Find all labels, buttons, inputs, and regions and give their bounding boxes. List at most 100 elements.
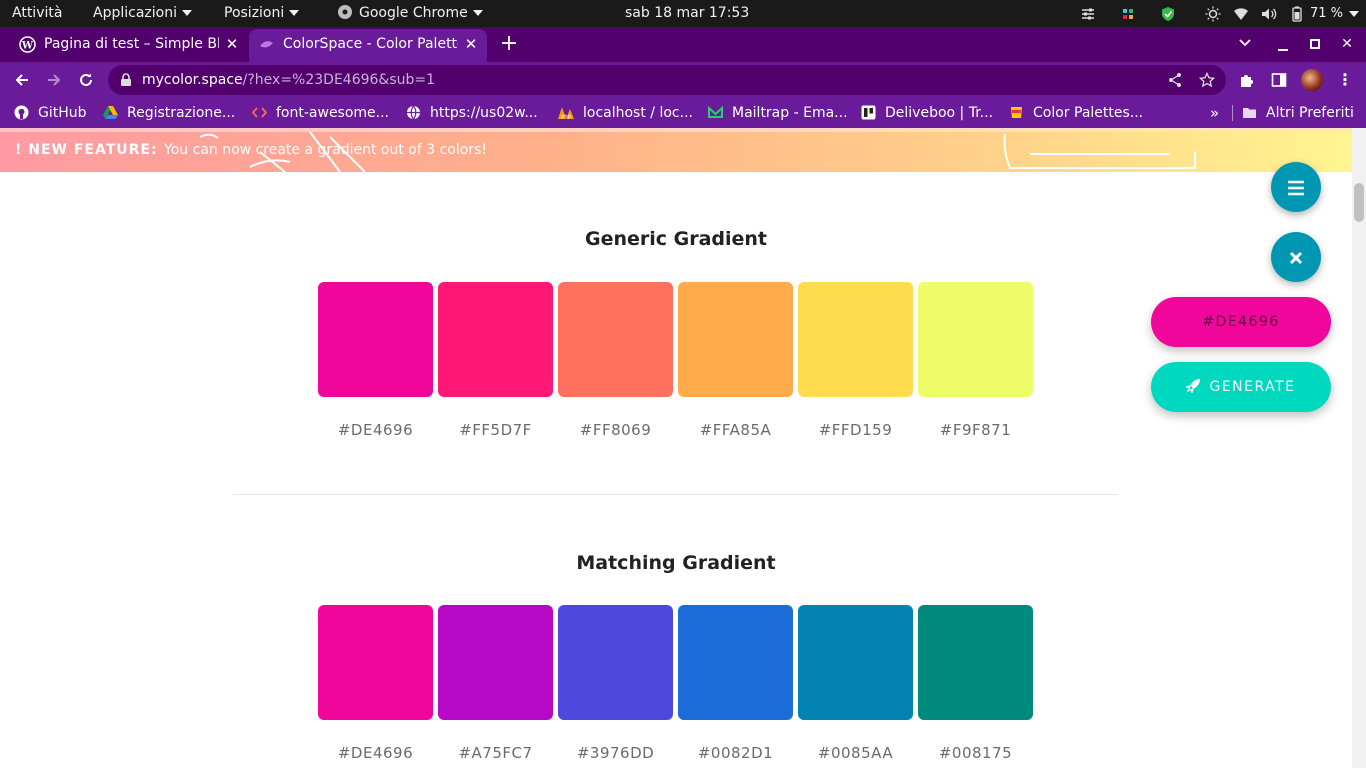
arrow-left-icon	[15, 74, 28, 86]
color-swatch[interactable]	[798, 605, 913, 720]
bookmark-label: https://us02w...	[430, 105, 538, 121]
address-bar[interactable]: mycolor.space/?hex=%23DE4696&sub=1	[108, 65, 1226, 95]
bookmarks-separator	[1232, 105, 1233, 121]
page-viewport: ! NEW FEATURE: You can now create a grad…	[0, 128, 1366, 768]
side-panel-button[interactable]	[1268, 69, 1290, 91]
hex-code-label[interactable]: #FFA85A	[678, 421, 793, 439]
mailtrap-icon	[708, 105, 723, 118]
bookmark-mailtrap[interactable]: Mailtrap - Ema...	[708, 98, 848, 128]
color-swatch[interactable]	[438, 282, 553, 397]
other-bookmarks-label: Altri Preferiti	[1266, 105, 1354, 121]
close-panel-button[interactable]	[1271, 232, 1321, 282]
brightness-icon[interactable]	[1205, 6, 1221, 22]
share-icon[interactable]	[1167, 72, 1183, 88]
bookmark-deliveboo[interactable]: Deliveboo | Tr...	[861, 98, 993, 128]
active-app-menu[interactable]: Google Chrome	[337, 0, 483, 27]
url-path: /?hex=%23DE4696&sub=1	[242, 72, 436, 88]
close-icon	[1289, 251, 1303, 265]
color-hex-input[interactable]: #DE4696	[1151, 297, 1331, 347]
color-swatch[interactable]	[918, 605, 1033, 720]
color-swatch[interactable]	[678, 605, 793, 720]
hex-code-label[interactable]: #DE4696	[318, 421, 433, 439]
menu-button[interactable]	[1271, 162, 1321, 212]
hex-code-label[interactable]: #FF8069	[558, 421, 673, 439]
bookmark-github[interactable]: GitHub	[14, 98, 87, 128]
color-swatch[interactable]	[798, 282, 913, 397]
color-swatch[interactable]	[678, 282, 793, 397]
url-host: mycolor.space	[142, 72, 243, 88]
more-vert-icon: ⋮	[1337, 70, 1353, 89]
new-feature-banner[interactable]: ! NEW FEATURE: You can now create a grad…	[0, 132, 1352, 172]
settings-sliders-icon[interactable]	[1080, 6, 1096, 22]
reload-button[interactable]	[75, 69, 97, 91]
bookmark-color-palettes[interactable]: Color Palettes...	[1009, 98, 1143, 128]
new-tab-button[interactable]: +	[498, 29, 520, 59]
places-menu[interactable]: Posizioni	[224, 0, 300, 27]
hex-code-label[interactable]: #A75FC7	[438, 744, 553, 762]
hex-code-label[interactable]: #F9F871	[918, 421, 1033, 439]
clock[interactable]: sab 18 mar 17:53	[625, 0, 749, 27]
maximize-button[interactable]	[1300, 27, 1330, 62]
hex-code-label[interactable]: #3976DD	[558, 744, 673, 762]
battery-icon[interactable]	[1289, 6, 1305, 22]
other-bookmarks-folder[interactable]: Altri Preferiti	[1242, 98, 1354, 128]
extensions-button[interactable]	[1236, 69, 1258, 91]
scrollbar-thumb[interactable]	[1354, 183, 1364, 222]
shield-icon[interactable]	[1160, 6, 1176, 22]
applications-label: Applicazioni	[93, 5, 177, 21]
hex-code-label[interactable]: #FFD159	[798, 421, 913, 439]
chevron-down-icon[interactable]	[1349, 11, 1359, 17]
avatar[interactable]	[1301, 69, 1323, 91]
chrome-menu-button[interactable]: ⋮	[1334, 69, 1356, 91]
color-swatch[interactable]	[558, 282, 673, 397]
wifi-icon[interactable]	[1233, 6, 1249, 22]
bookmark-label: Deliveboo | Tr...	[885, 105, 994, 121]
bookmark-phpmyadmin[interactable]: php localhost / loc...	[557, 98, 693, 128]
hex-code-label[interactable]: #FF5D7F	[438, 421, 553, 439]
volume-icon[interactable]	[1261, 6, 1277, 22]
battery-percentage[interactable]: 71 %	[1310, 0, 1343, 27]
forward-button[interactable]	[43, 69, 65, 91]
applications-menu[interactable]: Applicazioni	[93, 0, 192, 27]
puzzle-icon	[1241, 75, 1253, 87]
chevron-down-icon	[181, 10, 192, 16]
close-tab-icon[interactable]: ✕	[463, 29, 479, 59]
bookmark-registrazione[interactable]: Registrazione...	[103, 98, 235, 128]
back-button[interactable]	[11, 69, 33, 91]
rocket-icon	[1185, 379, 1201, 394]
color-swatch[interactable]	[918, 282, 1033, 397]
tab-search-button[interactable]	[1230, 27, 1260, 62]
lock-icon[interactable]	[120, 73, 132, 87]
scrollbar-track[interactable]	[1352, 128, 1366, 768]
color-swatch[interactable]	[558, 605, 673, 720]
trello-icon	[861, 105, 876, 120]
color-swatch[interactable]	[318, 282, 433, 397]
minimize-button[interactable]	[1268, 27, 1298, 62]
activities-button[interactable]: Attività	[12, 0, 62, 27]
close-window-button[interactable]: ✕	[1332, 27, 1362, 62]
url-text[interactable]: mycolor.space/?hex=%23DE4696&sub=1	[142, 65, 435, 95]
color-swatch[interactable]	[438, 605, 553, 720]
more-bookmarks-button[interactable]: »	[1210, 98, 1219, 128]
bookmark-zoom[interactable]: https://us02w...	[406, 98, 538, 128]
banner-doodle-left	[199, 132, 366, 172]
arrow-right-icon	[48, 74, 61, 86]
code-icon	[252, 107, 267, 118]
svg-text:W: W	[21, 41, 34, 52]
bookmark-font-awesome[interactable]: font-awesome...	[252, 98, 389, 128]
tab-wordpress[interactable]: W Pagina di test – Simple Blo ✕	[0, 29, 246, 62]
hex-code-label[interactable]: #DE4696	[318, 744, 433, 762]
color-swatch[interactable]	[318, 605, 433, 720]
hex-code-label[interactable]: #0082D1	[678, 744, 793, 762]
hex-code-label[interactable]: #0085AA	[798, 744, 913, 762]
hex-code-label[interactable]: #008175	[918, 744, 1033, 762]
slack-icon[interactable]	[1120, 6, 1136, 22]
chevron-double-right-icon: »	[1210, 104, 1220, 122]
bookmark-label: Registrazione...	[127, 105, 236, 121]
bookmark-label: Mailtrap - Ema...	[732, 105, 848, 121]
tab-colorspace[interactable]: ColorSpace - Color Palette ✕	[249, 29, 487, 62]
close-tab-icon[interactable]: ✕	[224, 29, 240, 59]
chevron-down-icon	[1239, 39, 1251, 47]
star-icon[interactable]	[1199, 72, 1215, 88]
generate-button[interactable]: GENERATE	[1151, 362, 1331, 412]
